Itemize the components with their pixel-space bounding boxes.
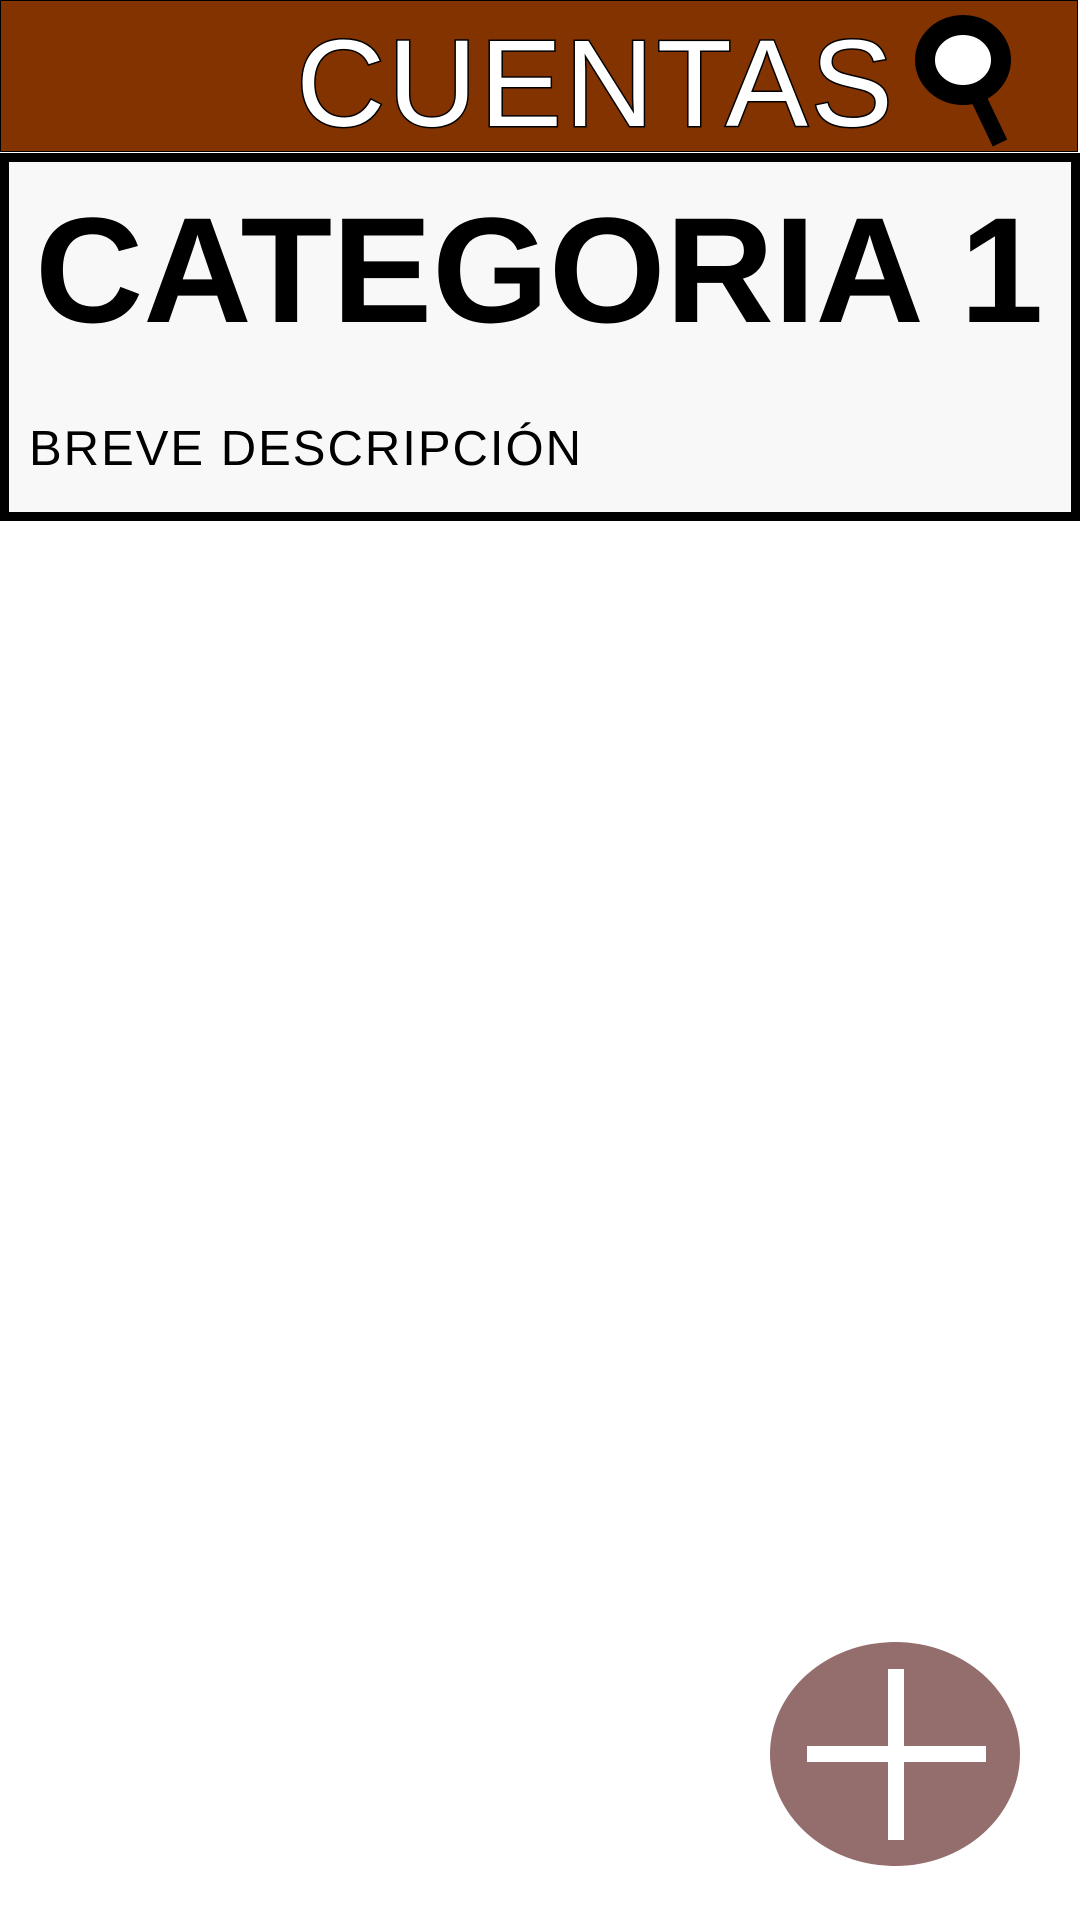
category-title: CATEGORIA 1 bbox=[35, 186, 1044, 354]
app-header: CUENTAS bbox=[0, 0, 1078, 153]
category-description: BREVE DESCRIPCIÓN bbox=[29, 422, 584, 476]
search-icon[interactable] bbox=[913, 11, 1013, 153]
add-category-button[interactable] bbox=[770, 1642, 1020, 1866]
plus-icon bbox=[807, 1669, 986, 1840]
cuentas-screen: CUENTAS CATEGORIA 1 BREVE DESCRIPCIÓN bbox=[0, 0, 1080, 1920]
category-card[interactable]: CATEGORIA 1 BREVE DESCRIPCIÓN bbox=[0, 153, 1080, 521]
app-title-text: CUENTAS bbox=[296, 16, 896, 153]
